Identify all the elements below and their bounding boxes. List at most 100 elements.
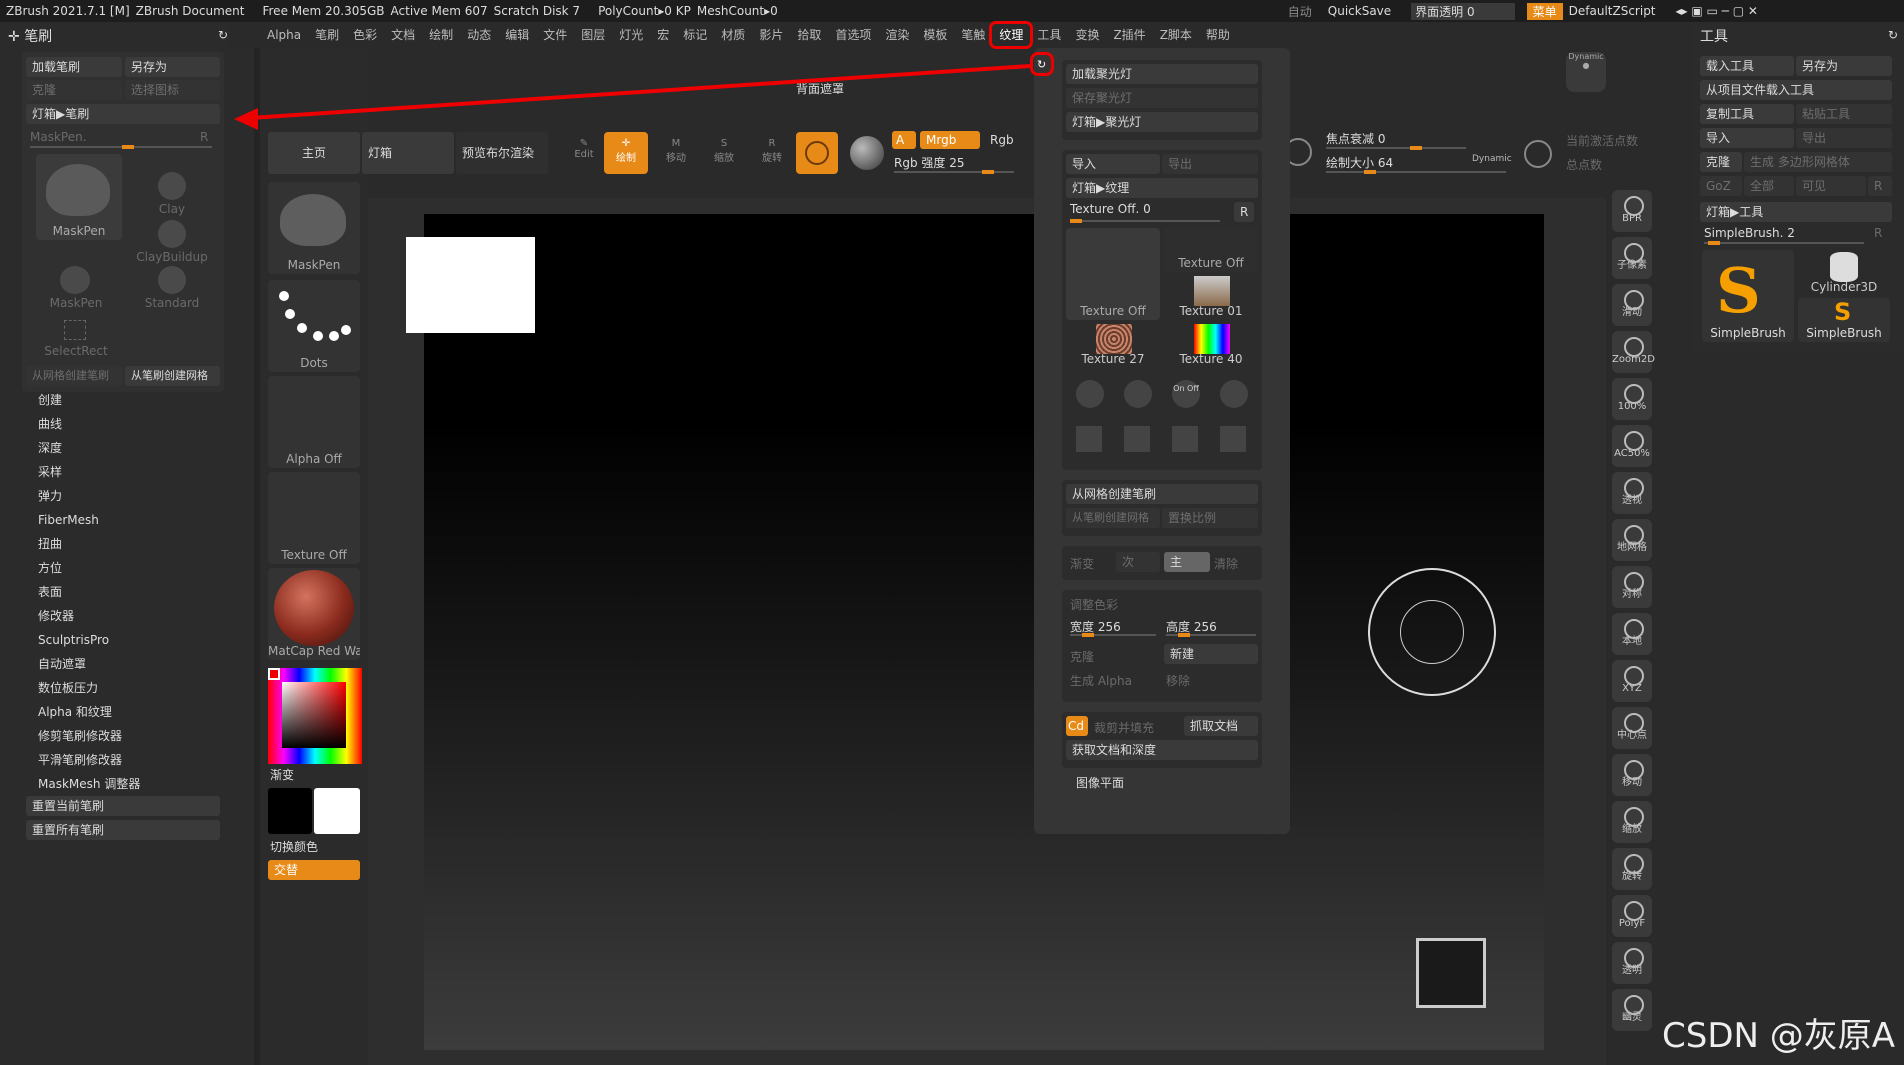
right-strip-button[interactable]: XYZ [1612,660,1652,702]
goz-button[interactable]: GoZ [1700,176,1742,196]
auto-label[interactable]: 自动 [1288,3,1312,20]
width-track[interactable] [1070,633,1156,637]
brush-thumb-maskpen-2[interactable]: MaskPen [36,266,116,312]
right-strip-button[interactable]: 子像素 [1612,237,1652,279]
right-strip-button[interactable]: 移动 [1612,754,1652,796]
draw-size-track[interactable] [1326,170,1506,174]
texture-off-thumb[interactable]: Texture Off [268,472,360,564]
secondary-color-swatch[interactable] [314,788,360,834]
brush-section-item[interactable]: FiberMesh [0,508,228,532]
texture-import-button[interactable]: 导入 [1066,154,1160,174]
make-polymesh-button[interactable]: 生成 多边形网格体 [1744,152,1892,172]
brush-section-item[interactable]: 平滑笔刷修改器 [0,748,228,772]
window-controls[interactable]: ◂▸ ▣ ▭ ─ ▢ ✕ [1676,4,1758,18]
replace-ratio-slider[interactable]: 置换比例 [1162,508,1258,528]
current-tool-r[interactable]: R [1874,226,1882,240]
select-icon-button[interactable]: 选择图标 [125,80,220,100]
lightbox-spotlight-button[interactable]: 灯箱▶聚光灯 [1066,112,1258,132]
menu-item-20[interactable]: 工具 [1030,24,1068,46]
menu-item-15[interactable]: 首选项 [828,24,878,46]
texture-thumb-off[interactable]: Texture Off [1164,228,1258,272]
right-strip-button[interactable]: 幽灵 [1612,989,1652,1031]
brush-thumb-claybuildup[interactable]: ClayBuildup [132,220,212,266]
texture-thumb-27[interactable]: Texture 27 [1066,324,1160,368]
refresh-icon[interactable]: ↻ [1037,58,1046,71]
right-strip-button[interactable]: 透明 [1612,942,1652,984]
texture-export-button[interactable]: 导出 [1162,154,1258,174]
tool-thumb-cylinder3d[interactable]: Cylinder3D [1798,250,1890,296]
current-tool-slider[interactable]: SimpleBrush. 2 [1704,226,1795,240]
tool-panel-refresh-icon[interactable]: ↻ [1888,28,1898,42]
right-strip-button[interactable]: PolyF [1612,895,1652,937]
rotate-button[interactable]: R 旋转 [752,138,792,164]
script-name[interactable]: DefaultZScript [1569,4,1656,18]
brush-section-item[interactable]: 修改器 [0,604,228,628]
grab-doc-button[interactable]: 抓取文档 [1184,716,1258,736]
menu-item-4[interactable]: 绘制 [422,24,460,46]
clone-button[interactable]: 克隆 [26,80,122,100]
switch-color-button[interactable]: 切换颜色 [270,838,318,855]
preview-bpr-button[interactable]: 预览布尔渲染 [456,132,548,174]
quicksave-button[interactable]: QuickSave [1328,4,1391,18]
menu-item-10[interactable]: 宏 [650,24,676,46]
make-alpha-button[interactable]: 生成 Alpha [1070,672,1132,689]
menu-item-17[interactable]: 模板 [916,24,954,46]
load-from-project-button[interactable]: 从项目文件载入工具 [1700,80,1892,100]
right-strip-button[interactable]: 中心点 [1612,707,1652,749]
clone-tool-button[interactable]: 克隆 [1700,152,1742,172]
visible-button[interactable]: 可见 [1796,176,1866,196]
new-texture-button[interactable]: 新建 [1164,644,1258,664]
edit-button[interactable]: ✎ Edit [568,138,600,160]
dynamic-icon[interactable] [1524,140,1552,168]
dynamic-toggle[interactable]: Dynamic [1472,154,1512,164]
main-color-swatch[interactable] [268,788,312,834]
menu-item-8[interactable]: 图层 [574,24,612,46]
brush-section-item[interactable]: MaskMesh 调整器 [0,772,228,796]
draw-size-slider[interactable]: 绘制大小 64 [1326,154,1393,171]
menu-item-19[interactable]: 纹理 [989,21,1034,49]
home-button[interactable]: 主页 [268,132,360,174]
brush-thumb-clay[interactable]: Clay [132,172,212,218]
right-strip-button[interactable]: Zoom2D [1612,331,1655,373]
load-brush-button[interactable]: 加载笔刷 [26,57,122,77]
texture-off-slider[interactable]: Texture Off. 0 [1070,202,1151,216]
menu-item-9[interactable]: 灯光 [612,24,650,46]
stroke-thumb-dots[interactable]: Dots [268,280,360,372]
width-slider[interactable]: 宽度 256 [1070,618,1121,635]
texture-tool-icons[interactable]: On Off [1068,376,1258,462]
navigation-cube[interactable] [1416,938,1486,1008]
load-spotlight-button[interactable]: 加载聚光灯 [1066,64,1258,84]
brush-section-item[interactable]: 自动遮罩 [0,652,228,676]
image-plane-button[interactable]: 图像平面 [1076,774,1124,791]
right-strip-button[interactable]: 100% [1612,378,1652,420]
rgb-intensity-track[interactable] [894,170,1014,174]
copy-tool-button[interactable]: 复制工具 [1700,104,1794,124]
next-button[interactable]: 次 [1116,552,1160,572]
move-button[interactable]: M 移动 [656,138,696,164]
import-button[interactable]: 导入 [1700,128,1794,148]
brush-section-item[interactable]: 弹力 [0,484,228,508]
tool-save-as-button[interactable]: 另存为 [1796,56,1892,76]
menu-item-0[interactable]: Alpha [260,24,308,46]
tool-slider-track[interactable] [1704,241,1864,245]
brush-thumb-maskpen[interactable]: MaskPen [36,154,122,240]
brush-section-item[interactable]: SculptrisPro [0,628,228,652]
reset-all-brushes-button[interactable]: 重置所有笔刷 [26,820,220,840]
load-tool-button[interactable]: 载入工具 [1700,56,1794,76]
save-as-button[interactable]: 另存为 [125,57,220,77]
texture-thumb-01[interactable]: Texture 01 [1164,276,1258,320]
from-mesh-brush-button-2[interactable]: 从网格创建笔刷 [1066,484,1258,504]
texture-slider-track[interactable] [1070,219,1220,223]
mrgb-button[interactable]: Mrgb [920,131,980,149]
brush-thumb-standard[interactable]: Standard [132,266,212,312]
tool-thumb-simplebrush-2[interactable]: S SimpleBrush [1798,298,1890,342]
crop-fill-button[interactable]: 裁剪并填充 [1094,719,1154,736]
alternate-button[interactable]: 交替 [268,860,360,880]
tool-r-button[interactable]: R [1868,176,1892,196]
back-mask-label[interactable]: 背面遮罩 [796,80,844,97]
right-strip-button[interactable]: 滑动 [1612,284,1652,326]
brush-section-item[interactable]: 方位 [0,556,228,580]
lightbox-brush-button[interactable]: 灯箱▶笔刷 [26,104,220,124]
lightbox-texture-button[interactable]: 灯箱▶纹理 [1066,178,1258,198]
shade-sphere-icon[interactable] [850,136,884,170]
